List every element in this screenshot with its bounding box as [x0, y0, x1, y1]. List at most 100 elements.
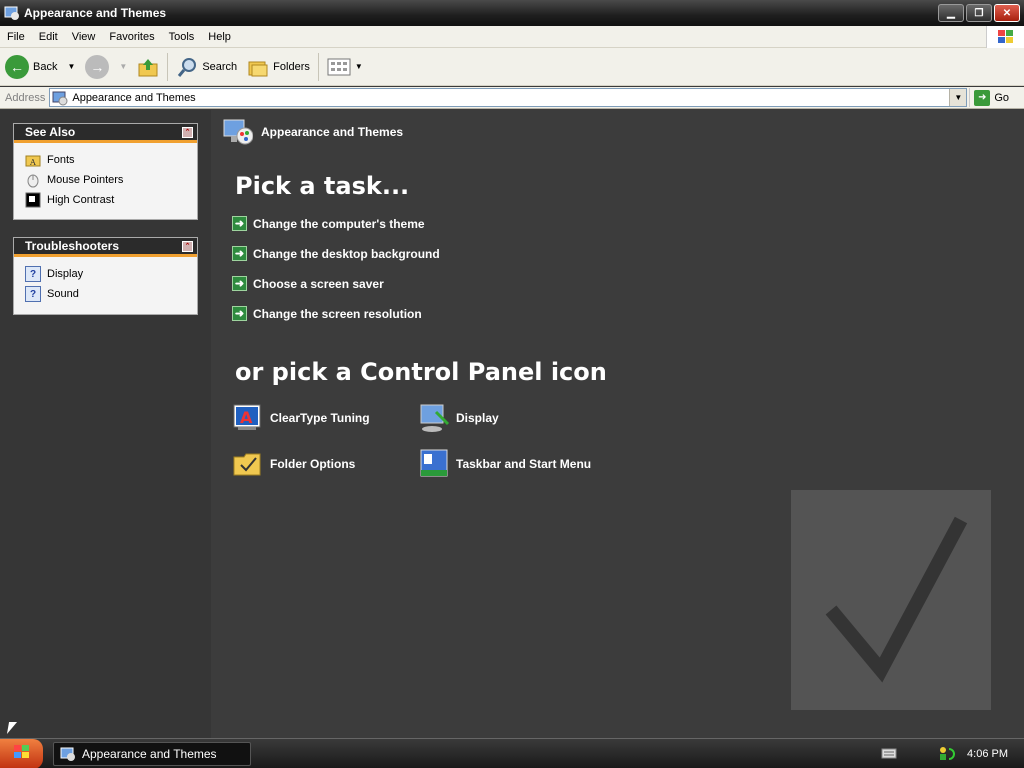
- see-also-header[interactable]: See Also ⌃: [14, 124, 197, 143]
- troubleshooters-panel: Troubleshooters ⌃ ? Display ? Sound: [13, 237, 198, 315]
- cp-display[interactable]: Display: [418, 402, 499, 434]
- cp-icon-label: ClearType Tuning: [270, 411, 370, 425]
- task-arrow-icon: ➜: [232, 306, 247, 321]
- cleartype-icon: A: [232, 402, 264, 434]
- window-title: Appearance and Themes: [24, 6, 167, 20]
- menu-view[interactable]: View: [65, 26, 103, 48]
- menu-favorites[interactable]: Favorites: [102, 26, 161, 48]
- forward-button[interactable]: → ▼: [80, 51, 132, 83]
- menu-help[interactable]: Help: [201, 26, 238, 48]
- troubleshooters-title: Troubleshooters: [25, 239, 120, 253]
- windows-logo-icon: [12, 743, 32, 764]
- start-button[interactable]: [0, 738, 43, 768]
- go-label: Go: [994, 91, 1010, 104]
- forward-arrow-icon: →: [85, 54, 110, 79]
- search-button[interactable]: Search: [171, 51, 242, 83]
- chevron-down-icon: ▼: [954, 93, 963, 102]
- folders-label: Folders: [273, 60, 310, 73]
- up-folder-button[interactable]: [132, 51, 164, 83]
- see-also-title: See Also: [25, 125, 76, 139]
- restore-icon: ❐: [974, 7, 984, 19]
- appearance-themes-icon: [221, 116, 253, 148]
- task-screen-saver[interactable]: ➜ Choose a screen saver: [232, 276, 384, 291]
- troubleshooter-sound[interactable]: ? Sound: [25, 284, 197, 304]
- close-icon: ✕: [1002, 7, 1012, 19]
- see-also-label: High Contrast: [47, 194, 115, 206]
- troubleshooter-label: Sound: [47, 288, 79, 300]
- control-panel-icon: [52, 90, 68, 106]
- mouse-icon: [25, 172, 41, 188]
- views-button[interactable]: ▼: [322, 51, 368, 83]
- help-icon: ?: [25, 286, 41, 302]
- menu-edit[interactable]: Edit: [32, 26, 65, 48]
- toolbar-separator: [317, 52, 319, 81]
- cp-taskbar-start-menu[interactable]: Taskbar and Start Menu: [418, 448, 591, 480]
- back-button[interactable]: ← Back ▼: [0, 51, 80, 83]
- system-tray: 4:06 PM: [864, 739, 1024, 768]
- folder-options-icon: [232, 448, 264, 480]
- address-dropdown-button[interactable]: ▼: [949, 89, 967, 106]
- forward-dropdown-icon[interactable]: ▼: [119, 62, 127, 71]
- back-arrow-icon: ←: [5, 54, 29, 79]
- toolbar: ← Back ▼ → ▼ Search Folders ▼: [0, 48, 1024, 86]
- task-arrow-icon: ➜: [232, 276, 247, 291]
- see-also-fonts[interactable]: A Fonts: [25, 150, 197, 170]
- control-panel-icon: [60, 746, 76, 762]
- close-button[interactable]: ✕: [994, 4, 1020, 22]
- task-change-background[interactable]: ➜ Change the desktop background: [232, 246, 440, 261]
- see-also-mouse-pointers[interactable]: Mouse Pointers: [25, 170, 197, 190]
- taskbar-window-label: Appearance and Themes: [82, 746, 217, 761]
- pick-task-heading: Pick a task...: [235, 172, 410, 200]
- troubleshooters-header[interactable]: Troubleshooters ⌃: [14, 238, 197, 257]
- go-button[interactable]: ➜ Go: [969, 88, 1009, 107]
- cp-icon-label: Taskbar and Start Menu: [456, 457, 592, 471]
- keyboard-icon[interactable]: [881, 747, 897, 762]
- taskbar-window-button[interactable]: Appearance and Themes: [53, 741, 251, 766]
- menu-tools[interactable]: Tools: [162, 26, 202, 48]
- category-header: Appearance and Themes: [221, 116, 403, 148]
- views-icon: [327, 57, 351, 77]
- restore-button[interactable]: ❐: [966, 4, 992, 22]
- go-arrow-icon: ➜: [974, 89, 991, 106]
- clock[interactable]: 4:06 PM: [967, 748, 1008, 760]
- title-bar: Appearance and Themes ▁ ❐ ✕: [0, 0, 1024, 26]
- minimize-button[interactable]: ▁: [938, 4, 964, 22]
- folders-button[interactable]: Folders: [242, 51, 315, 83]
- address-input[interactable]: Appearance and Themes ▼: [49, 88, 968, 107]
- task-label: Choose a screen saver: [253, 276, 384, 291]
- task-change-theme[interactable]: ➜ Change the computer's theme: [232, 216, 425, 231]
- folders-icon: [247, 56, 269, 78]
- cp-cleartype-tuning[interactable]: A ClearType Tuning: [232, 402, 370, 434]
- task-label: Change the screen resolution: [253, 306, 422, 321]
- control-panel-icon: [4, 5, 20, 21]
- back-dropdown-icon[interactable]: ▼: [67, 62, 75, 71]
- svg-text:A: A: [240, 408, 253, 427]
- up-folder-icon: [137, 56, 159, 78]
- troubleshooter-label: Display: [47, 268, 84, 280]
- cp-icon-label: Display: [456, 411, 499, 425]
- see-also-high-contrast[interactable]: High Contrast: [25, 190, 197, 210]
- cp-icon-label: Folder Options: [270, 457, 356, 471]
- menu-bar: File Edit View Favorites Tools Help: [0, 26, 1024, 48]
- category-title: Appearance and Themes: [261, 125, 404, 139]
- windows-logo-icon: [986, 26, 1024, 48]
- see-also-label: Mouse Pointers: [47, 174, 124, 186]
- task-screen-resolution[interactable]: ➜ Change the screen resolution: [232, 306, 422, 321]
- back-label: Back: [33, 60, 58, 73]
- task-pane: See Also ⌃ A Fonts Mouse Pointers High C…: [0, 110, 211, 738]
- task-label: Change the computer's theme: [253, 216, 425, 231]
- toolbar-separator: [167, 52, 169, 81]
- collapse-icon[interactable]: ⌃: [182, 126, 193, 138]
- cp-folder-options[interactable]: Folder Options: [232, 448, 355, 480]
- troubleshooter-display[interactable]: ? Display: [25, 264, 197, 284]
- menu-file[interactable]: File: [0, 26, 32, 48]
- watermark-icon: [791, 490, 991, 710]
- views-dropdown-icon: ▼: [354, 62, 363, 71]
- svg-text:A: A: [29, 158, 36, 167]
- pick-icon-heading: or pick a Control Panel icon: [235, 358, 607, 386]
- help-icon: ?: [25, 266, 41, 282]
- search-icon: [176, 56, 198, 78]
- collapse-icon[interactable]: ⌃: [182, 240, 193, 252]
- network-users-icon[interactable]: [937, 745, 957, 764]
- fonts-folder-icon: A: [25, 152, 41, 168]
